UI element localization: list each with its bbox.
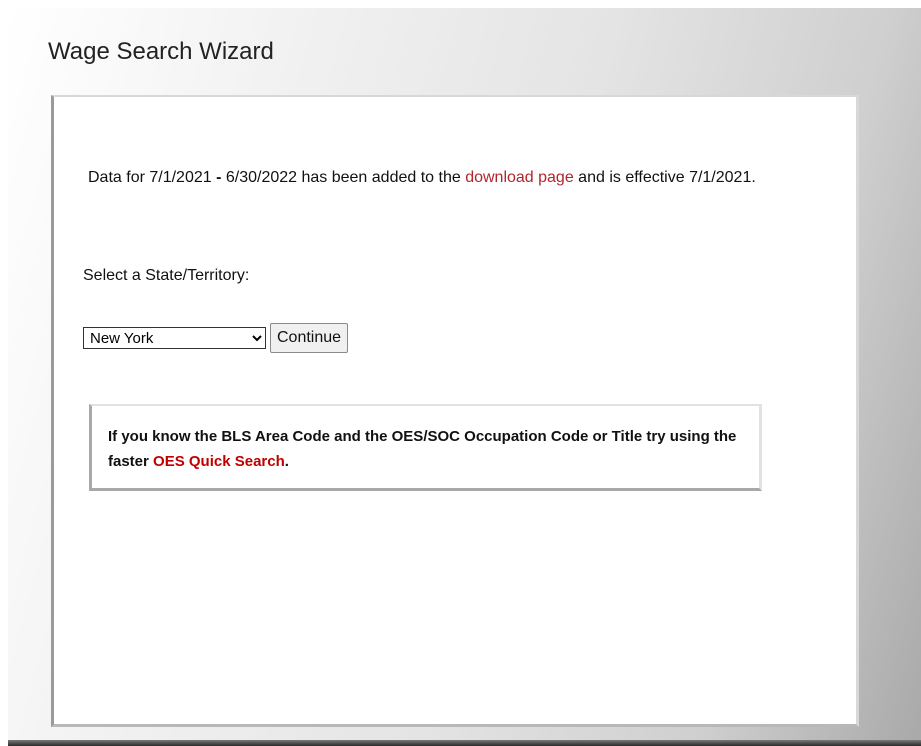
continue-button[interactable]: Continue bbox=[270, 323, 349, 353]
notice-prefix: Data for 7/1/2021 bbox=[88, 169, 217, 186]
download-page-link[interactable]: download page bbox=[465, 169, 574, 186]
state-select-label: Select a State/Territory: bbox=[83, 267, 250, 284]
quick-search-box: If you know the BLS Area Code and the OE… bbox=[89, 404, 762, 491]
bottom-shadow-edge bbox=[8, 740, 921, 746]
quick-search-text: If you know the BLS Area Code and the OE… bbox=[108, 424, 758, 474]
page-title: Wage Search Wizard bbox=[48, 38, 274, 65]
notice-middle: 6/30/2022 has been added to the bbox=[221, 169, 466, 186]
state-select-form: New York Continue bbox=[83, 323, 349, 353]
notice-suffix: and is effective 7/1/2021. bbox=[573, 169, 756, 186]
data-update-notice: Data for 7/1/2021 - 6/30/2022 has been a… bbox=[88, 165, 768, 191]
page-frame: Wage Search Wizard Data for 7/1/2021 - 6… bbox=[8, 8, 921, 740]
quick-search-period: . bbox=[284, 453, 289, 470]
state-select-dropdown[interactable]: New York bbox=[83, 327, 266, 349]
oes-quick-search-link[interactable]: OES Quick Search bbox=[153, 453, 285, 470]
content-panel: Data for 7/1/2021 - 6/30/2022 has been a… bbox=[51, 95, 859, 727]
